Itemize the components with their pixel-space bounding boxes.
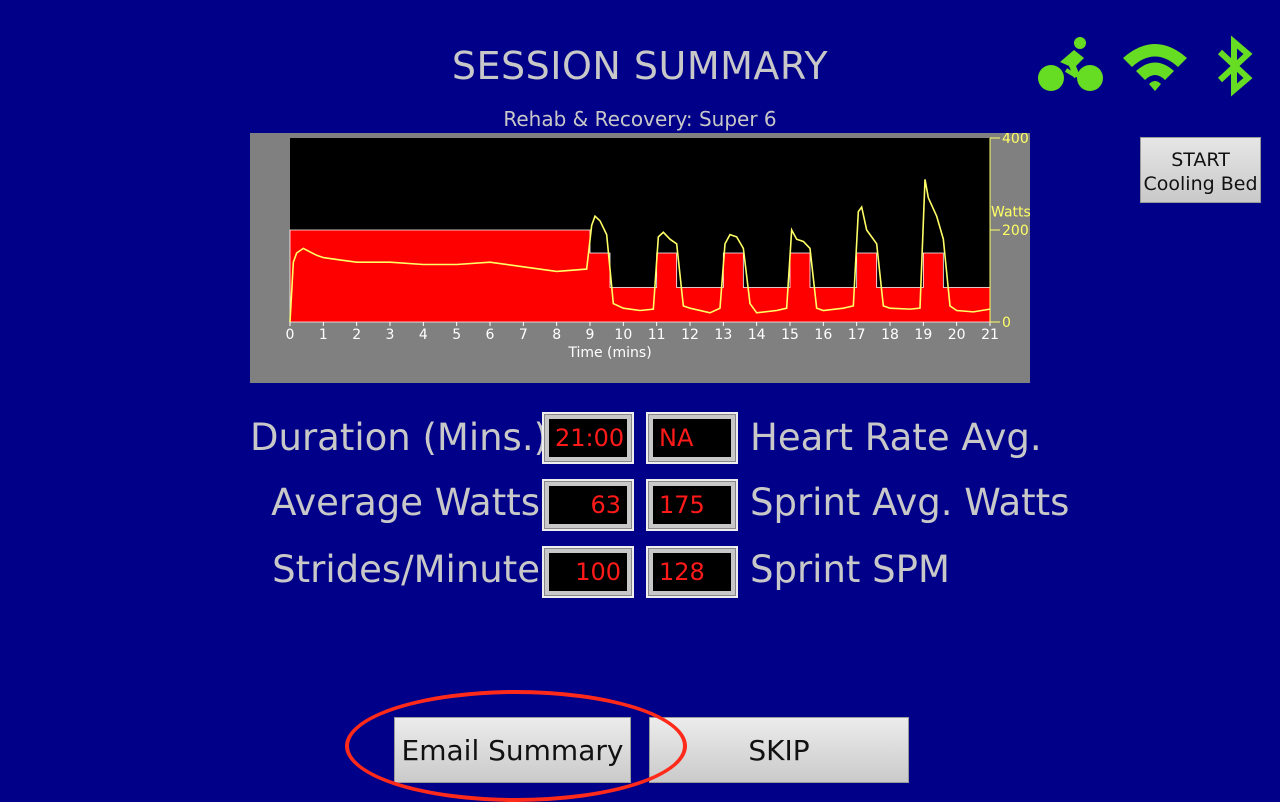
sprint-spm-value: 128 xyxy=(653,553,731,591)
bike-icon xyxy=(1038,37,1103,91)
x-tick-label: 2 xyxy=(352,327,361,343)
x-tick-label: 19 xyxy=(914,327,932,343)
heart-rate-value: NA xyxy=(653,419,731,457)
start-cooling-bed-button[interactable]: START Cooling Bed xyxy=(1140,137,1261,203)
average-watts-label: Average Watts xyxy=(271,481,540,524)
x-tick-label: 4 xyxy=(419,327,428,343)
sprint-spm-label: Sprint SPM xyxy=(750,548,950,591)
x-tick-label: 17 xyxy=(848,327,866,343)
strides-box: 100 xyxy=(542,546,634,598)
x-tick-label: 15 xyxy=(781,327,799,343)
cooling-button-line1: START xyxy=(1171,149,1230,171)
watts-chart-svg: 0 1 2 3 4 5 6 7 8 9 10 11 12 13 14 15 16 17 18 19 20 21Time (… xyxy=(286,133,1030,361)
heart-rate-label: Heart Rate Avg. xyxy=(750,416,1042,459)
x-tick-label: 5 xyxy=(452,327,461,343)
sprint-watts-label: Sprint Avg. Watts xyxy=(750,481,1070,524)
y-tick-label: 0 xyxy=(1002,315,1011,331)
x-tick-label: 18 xyxy=(881,327,899,343)
strides-value: 100 xyxy=(549,553,627,591)
x-tick-label: 21 xyxy=(981,327,999,343)
y-axis-label: Watts xyxy=(991,205,1030,221)
x-tick-label: 12 xyxy=(681,327,699,343)
watts-chart: 0 1 2 3 4 5 6 7 8 9 10 11 12 13 14 15 16 17 18 19 20 21 Time (… xyxy=(250,133,1030,383)
strides-label: Strides/Minute xyxy=(272,548,540,591)
x-tick-label: 7 xyxy=(519,327,528,343)
duration-label: Duration (Mins.) xyxy=(250,416,549,459)
sprint-watts-value: 175 xyxy=(653,486,731,524)
cooling-button-line2: Cooling Bed xyxy=(1143,173,1258,195)
status-icons xyxy=(1036,34,1266,100)
email-summary-button[interactable]: Email Summary xyxy=(394,717,631,783)
duration-value: 21:00 xyxy=(549,419,627,457)
x-tick-label: 14 xyxy=(748,327,766,343)
sprint-spm-box: 128 xyxy=(646,546,738,598)
x-tick-label: 1 xyxy=(319,327,328,343)
x-tick-label: 3 xyxy=(386,327,395,343)
x-tick-label: 8 xyxy=(552,327,561,343)
y-tick-label: 400 xyxy=(1002,133,1029,147)
x-tick-label: 11 xyxy=(648,327,666,343)
sprint-watts-box: 175 xyxy=(646,479,738,531)
session-subtitle: Rehab & Recovery: Super 6 xyxy=(503,107,777,131)
average-watts-box: 63 xyxy=(542,479,634,531)
skip-button[interactable]: SKIP xyxy=(649,717,909,783)
x-tick-label: 20 xyxy=(948,327,966,343)
x-tick-label: 13 xyxy=(714,327,732,343)
x-tick-label: 16 xyxy=(814,327,832,343)
x-tick-label: 9 xyxy=(586,327,595,343)
average-watts-value: 63 xyxy=(549,486,627,524)
x-tick-label: 0 xyxy=(286,327,295,343)
y-tick-label: 200 xyxy=(1002,223,1029,239)
x-tick-label: 10 xyxy=(614,327,632,343)
wifi-icon xyxy=(1123,44,1187,91)
duration-box: 21:00 xyxy=(542,412,634,464)
x-tick-label: 6 xyxy=(486,327,495,343)
bluetooth-icon xyxy=(1217,35,1253,97)
heart-rate-box: NA xyxy=(646,412,738,464)
x-axis-label: Time (mins) xyxy=(567,345,651,361)
